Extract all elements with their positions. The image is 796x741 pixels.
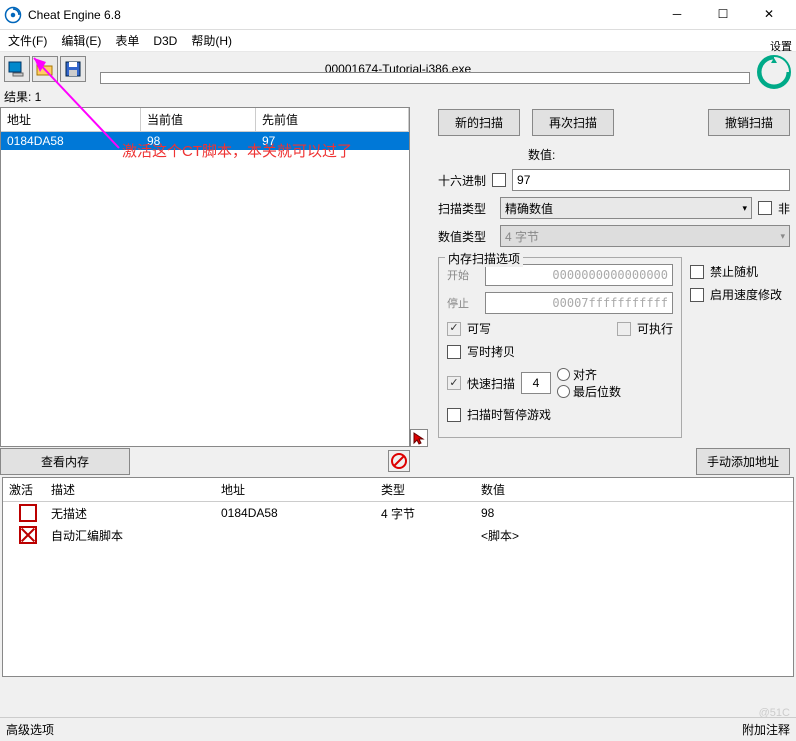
executable-checkbox[interactable] <box>617 322 631 336</box>
view-memory-button[interactable]: 查看内存 <box>0 448 130 475</box>
col-desc[interactable]: 描述 <box>45 478 215 501</box>
titlebar: Cheat Engine 6.8 ─ ☐ ✕ <box>0 0 796 30</box>
active-checkbox[interactable] <box>19 526 37 544</box>
menu-file[interactable]: 文件(F) <box>8 32 47 49</box>
lastdigit-radio[interactable] <box>557 385 570 398</box>
close-button[interactable]: ✕ <box>746 0 792 30</box>
annotation-text: 激活这个CT脚本，本关就可以过了 <box>122 140 352 161</box>
cheat-row[interactable]: 无描述 0184DA58 4 字节 98 <box>3 502 793 524</box>
cheat-row[interactable]: 自动汇编脚本 <脚本> <box>3 524 793 546</box>
minimize-button[interactable]: ─ <box>654 0 700 30</box>
col-active[interactable]: 激活 <box>3 478 45 501</box>
new-scan-button[interactable]: 新的扫描 <box>438 109 520 136</box>
next-scan-button[interactable]: 再次扫描 <box>532 109 614 136</box>
not-label: 非 <box>778 200 790 217</box>
not-checkbox[interactable] <box>758 201 772 215</box>
stop-label: 停止 <box>447 295 479 311</box>
app-icon <box>4 6 22 24</box>
manual-add-button[interactable]: 手动添加地址 <box>696 448 790 475</box>
add-to-list-button[interactable] <box>410 429 428 447</box>
menu-d3d[interactable]: D3D <box>153 34 177 48</box>
hex-label: 十六进制 <box>438 172 486 189</box>
col-previous[interactable]: 先前值 <box>256 108 409 131</box>
start-label: 开始 <box>447 267 479 283</box>
norand-checkbox[interactable] <box>690 265 704 279</box>
maximize-button[interactable]: ☐ <box>700 0 746 30</box>
col-val[interactable]: 数值 <box>475 478 793 501</box>
undo-scan-button[interactable]: 撤销扫描 <box>708 109 790 136</box>
valtype-label: 数值类型 <box>438 228 494 245</box>
scantype-select[interactable]: 精确数值▾ <box>500 197 752 219</box>
menu-help[interactable]: 帮助(H) <box>191 32 232 49</box>
speedhack-checkbox[interactable] <box>690 288 704 302</box>
scantype-label: 扫描类型 <box>438 200 494 217</box>
fastscan-checkbox[interactable] <box>447 376 461 390</box>
no-entry-icon <box>390 452 408 470</box>
cheat-table: 激活 描述 地址 类型 数值 无描述 0184DA58 4 字节 98 自动汇编… <box>2 477 794 677</box>
align-radio[interactable] <box>557 368 570 381</box>
writable-checkbox[interactable] <box>447 322 461 336</box>
value-label: 数值: <box>528 146 555 163</box>
menu-table[interactable]: 表单 <box>115 32 139 49</box>
fastscan-value[interactable] <box>521 372 551 394</box>
col-current[interactable]: 当前值 <box>141 108 256 131</box>
value-input[interactable] <box>512 169 790 191</box>
start-input[interactable] <box>485 264 673 286</box>
clear-button[interactable] <box>388 450 410 472</box>
stop-input[interactable] <box>485 292 673 314</box>
memopt-legend: 内存扫描选项 <box>445 250 523 267</box>
active-checkbox[interactable] <box>19 504 37 522</box>
advanced-options[interactable]: 高级选项 <box>6 721 54 738</box>
col-type[interactable]: 类型 <box>375 478 475 501</box>
hex-checkbox[interactable] <box>492 173 506 187</box>
pause-checkbox[interactable] <box>447 408 461 422</box>
col-addr2[interactable]: 地址 <box>215 478 375 501</box>
cow-checkbox[interactable] <box>447 345 461 359</box>
add-comment[interactable]: 附加注释 <box>742 721 790 738</box>
menu-edit[interactable]: 编辑(E) <box>61 32 101 49</box>
window-title: Cheat Engine 6.8 <box>28 8 654 22</box>
ce-logo-icon[interactable] <box>754 52 794 92</box>
footer: 高级选项 附加注释 <box>0 717 796 741</box>
cursor-icon <box>412 431 426 445</box>
valtype-select[interactable]: 4 字节▾ <box>500 225 790 247</box>
progress-bar <box>100 72 750 84</box>
settings-label[interactable]: 设置 <box>770 38 792 54</box>
